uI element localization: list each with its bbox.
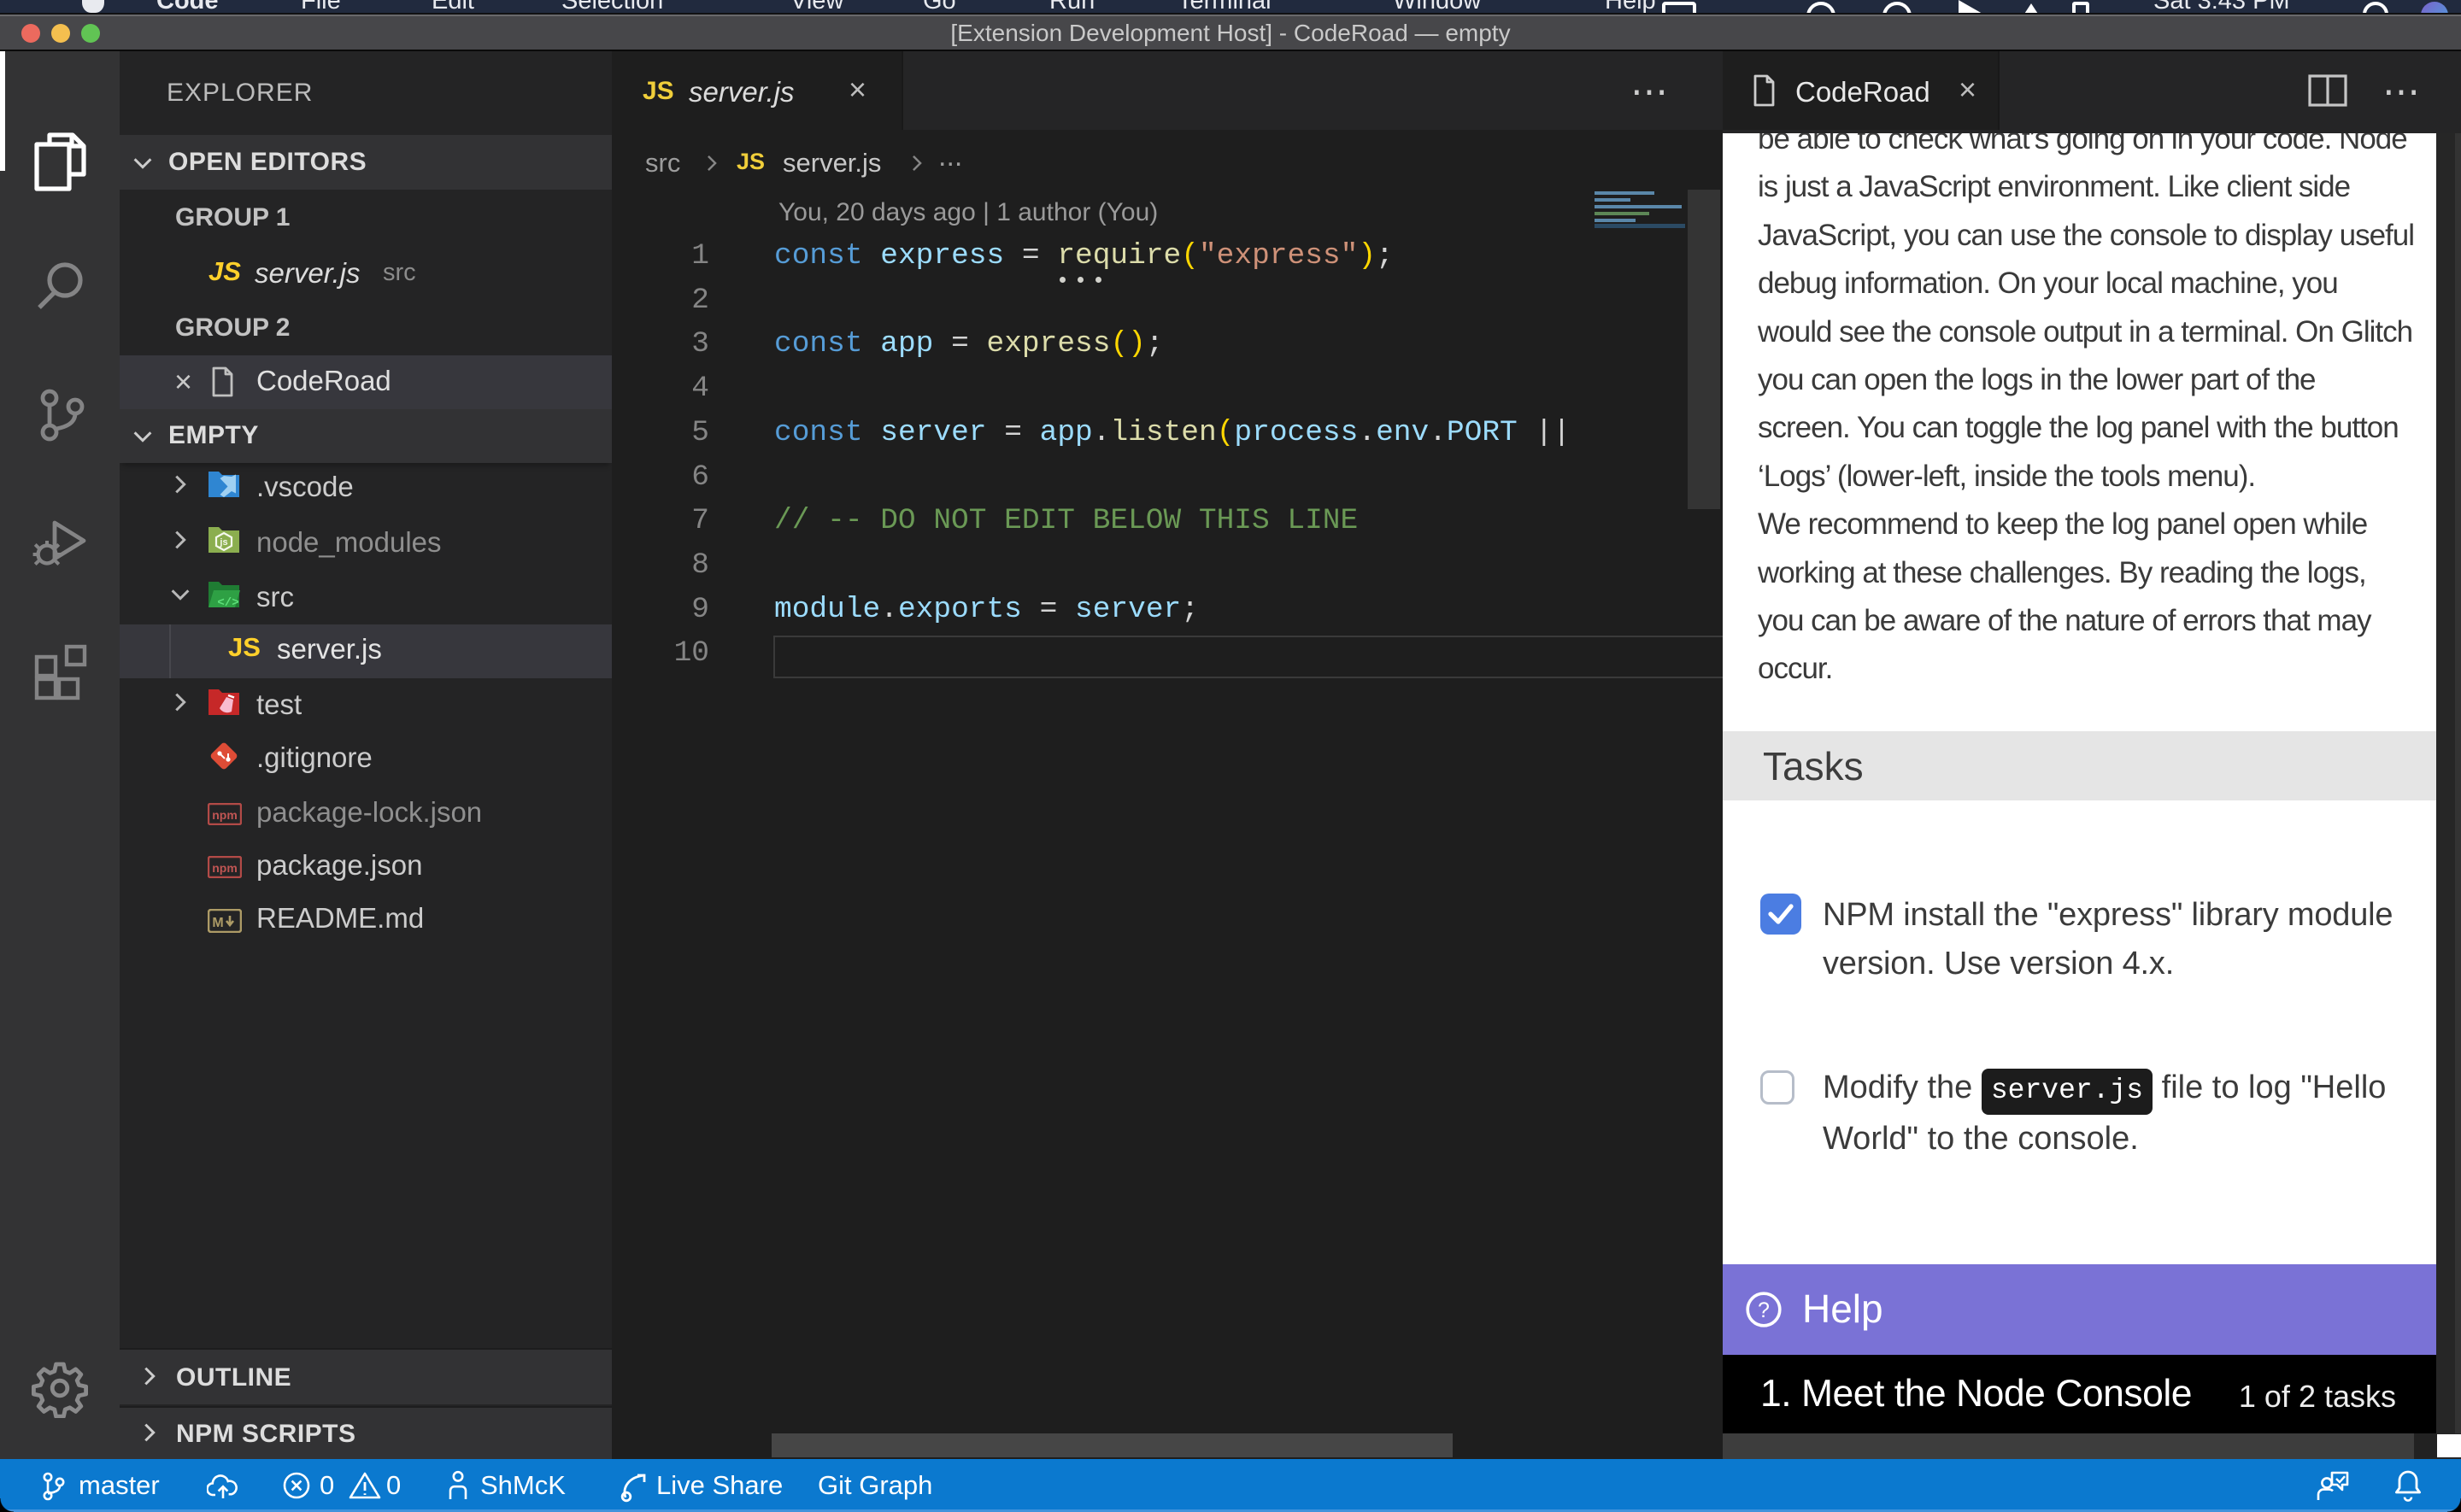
svg-text:?: ?	[1758, 1298, 1770, 1322]
svg-text:npm: npm	[212, 808, 238, 822]
svg-text:js: js	[219, 537, 227, 548]
svg-text:</>: </>	[217, 596, 238, 610]
svg-text:npm: npm	[212, 861, 238, 875]
svg-text:M: M	[212, 916, 223, 930]
